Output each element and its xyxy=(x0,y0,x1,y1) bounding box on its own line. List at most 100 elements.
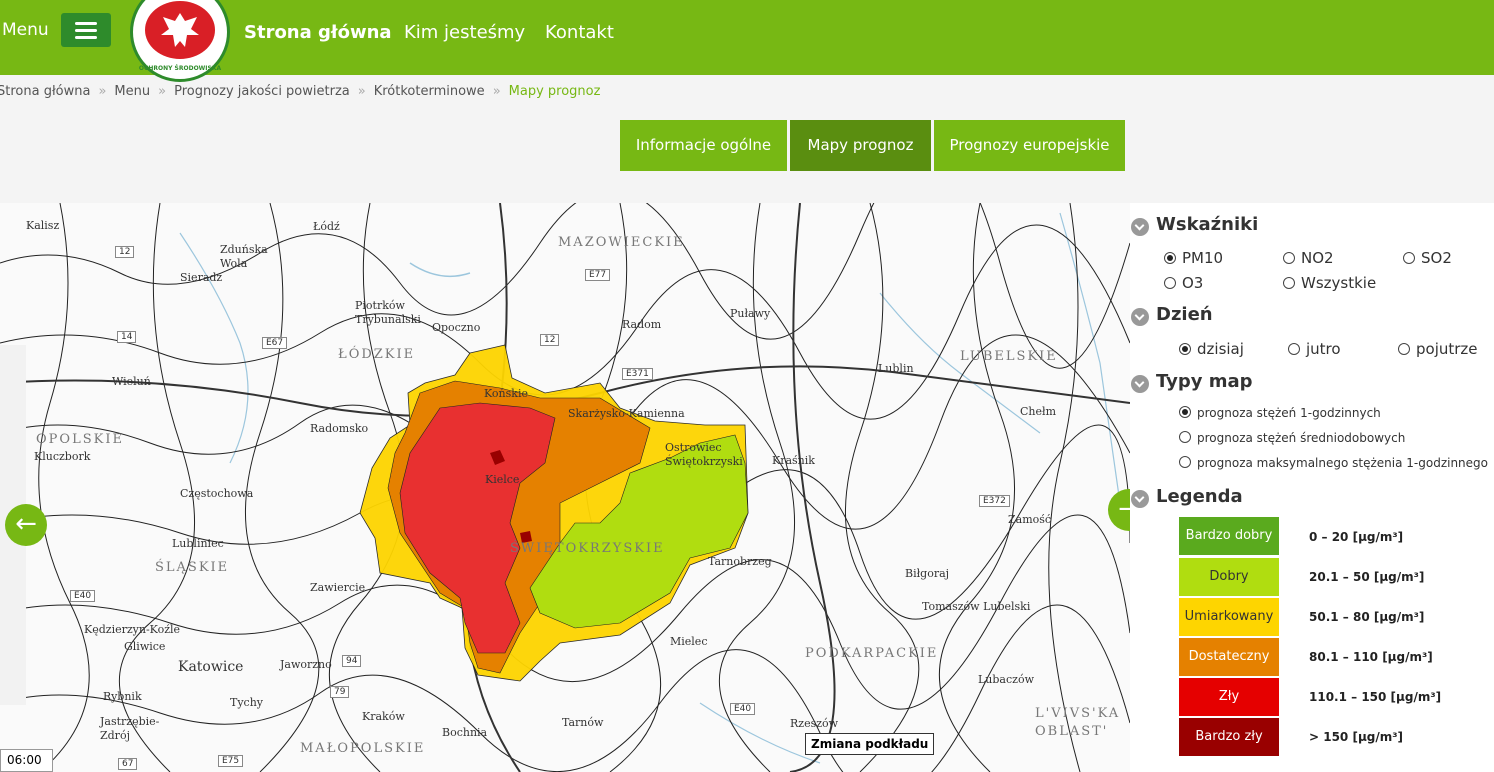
time-indicator: 06:00 xyxy=(0,749,53,772)
radio-label: pojutrze xyxy=(1416,340,1478,358)
region-label: ŁÓDZKIE xyxy=(338,347,416,362)
radio-pm10[interactable]: PM10 xyxy=(1164,249,1223,267)
legend-moderate: Umiarkowany xyxy=(1179,598,1279,636)
tab-forecast-maps[interactable]: Mapy prognoz xyxy=(790,120,931,171)
city-label: Jastrzębie-Zdrój xyxy=(100,715,160,742)
city-label: Lubaczów xyxy=(978,673,1034,686)
city-label: Końskie xyxy=(484,387,528,400)
road-badge: E75 xyxy=(218,755,244,767)
radio-label: prognoza maksymalnego stężenia 1-godzinn… xyxy=(1197,456,1488,470)
radio-map-1h[interactable]: prognoza stężeń 1-godzinnych xyxy=(1179,406,1381,420)
road-badge: E371 xyxy=(622,368,653,380)
city-label: Zawiercie xyxy=(310,581,366,594)
breadcrumb-menu[interactable]: Menu xyxy=(114,84,150,99)
forecast-map[interactable]: MAZOWIECKIE ŁÓDZKIE LUBELSKIE OPOLSKIE Ś… xyxy=(0,203,1130,772)
radio-dot-selected xyxy=(1179,343,1191,355)
city-label: Jaworzno xyxy=(280,658,332,671)
road-badge: E40 xyxy=(730,703,756,715)
road-badge: 94 xyxy=(342,655,362,667)
chevron-down-icon xyxy=(1131,308,1149,326)
map-types-section-header[interactable]: Typy map xyxy=(1131,371,1253,393)
legend-very-bad: Bardzo zły xyxy=(1179,718,1279,756)
region-label: OPOLSKIE xyxy=(36,432,124,447)
city-label: Częstochowa xyxy=(180,487,254,500)
radio-dot-selected xyxy=(1164,252,1176,264)
nav-contact[interactable]: Kontakt xyxy=(545,22,614,43)
road-badge: E77 xyxy=(585,269,611,281)
radio-today[interactable]: dzisiaj xyxy=(1179,340,1244,358)
road-badge: 12 xyxy=(115,246,135,258)
radio-dot xyxy=(1398,343,1410,355)
radio-label: prognoza stężeń średniodobowych xyxy=(1197,431,1406,445)
region-label: ŚLĄSKIE xyxy=(155,560,230,575)
radio-dot xyxy=(1403,252,1415,264)
radio-label: NO2 xyxy=(1301,249,1334,267)
section-title: Wskaźniki xyxy=(1156,214,1259,235)
city-label: Radom xyxy=(622,318,662,331)
city-label: Kielce xyxy=(485,473,520,486)
city-label: Kędzierzyn-Koźle xyxy=(84,623,181,636)
change-basemap-button[interactable]: Zmiana podkładu xyxy=(805,733,935,755)
road-badge: 67 xyxy=(118,758,138,770)
legend-section-header[interactable]: Legenda xyxy=(1131,486,1243,508)
chevron-down-icon xyxy=(1131,490,1149,508)
city-label: Piotrków Trybunalski xyxy=(355,299,421,326)
city-label: Tomaszów Lubelski xyxy=(922,600,1031,613)
city-label: Sieradz xyxy=(180,271,223,284)
arrow-right-icon: → xyxy=(1118,494,1130,524)
breadcrumb-short-term[interactable]: Krótkoterminowe xyxy=(374,84,485,99)
nav-about[interactable]: Kim jesteśmy xyxy=(404,22,525,43)
radio-dot xyxy=(1283,252,1295,264)
region-label: LUBELSKIE xyxy=(960,349,1058,364)
logo[interactable]: OCHRONY ŚRODOWISKA xyxy=(130,0,230,82)
radio-no2[interactable]: NO2 xyxy=(1283,249,1334,267)
arrow-left-icon: ← xyxy=(15,509,37,539)
radio-dot xyxy=(1164,277,1176,289)
legend-range: > 150 [μg/m³] xyxy=(1309,730,1403,744)
radio-map-max-1h[interactable]: prognoza maksymalnego stężenia 1-godzinn… xyxy=(1179,456,1488,470)
map-canvas xyxy=(0,203,1130,772)
section-title: Legenda xyxy=(1156,486,1243,507)
tab-european-forecasts[interactable]: Prognozy europejskie xyxy=(934,120,1125,171)
day-section-header[interactable]: Dzień xyxy=(1131,304,1213,326)
chevron-down-icon xyxy=(1131,218,1149,236)
legend-bad: Zły xyxy=(1179,678,1279,716)
nav-home[interactable]: Strona główna xyxy=(244,22,392,43)
radio-map-daily[interactable]: prognoza stężeń średniodobowych xyxy=(1179,431,1405,445)
breadcrumb: Strona główna» Menu» Prognozy jakości powi… xyxy=(0,84,600,99)
legend-range: 0 – 20 [μg/m³] xyxy=(1309,530,1404,544)
legend-very-good: Bardzo dobry xyxy=(1179,517,1279,555)
city-label: Zamość xyxy=(1008,513,1052,526)
city-label: Gliwice xyxy=(124,640,166,653)
tab-general-info[interactable]: Informacje ogólne xyxy=(620,120,787,171)
breadcrumb-forecasts[interactable]: Prognozy jakości powietrza xyxy=(174,84,350,99)
hamburger-menu-button[interactable] xyxy=(61,13,111,47)
legend-range: 80.1 – 110 [μg/m³] xyxy=(1309,650,1433,664)
region-label: PODKARPACKIE xyxy=(805,646,939,661)
radio-day-after[interactable]: pojutrze xyxy=(1398,340,1478,358)
menu-label[interactable]: Menu xyxy=(2,20,49,40)
radio-tomorrow[interactable]: jutro xyxy=(1288,340,1341,358)
radio-label: Wszystkie xyxy=(1301,274,1377,292)
indicators-section-header[interactable]: Wskaźniki xyxy=(1131,214,1259,236)
region-label: MAZOWIECKIE xyxy=(558,235,685,250)
hamburger-icon xyxy=(75,22,97,25)
logo-text: OCHRONY ŚRODOWISKA xyxy=(138,65,222,72)
city-label: Rzeszów xyxy=(790,717,839,730)
city-label: Tychy xyxy=(230,696,264,709)
radio-label: PM10 xyxy=(1182,249,1224,267)
city-label: Ostrowiec Świętokrzyski xyxy=(665,441,743,468)
road-badge: E372 xyxy=(979,495,1010,507)
city-label: Mielec xyxy=(670,635,708,648)
city-label: Lubliniec xyxy=(172,537,224,550)
section-title: Typy map xyxy=(1156,371,1253,392)
breadcrumb-home[interactable]: Strona główna xyxy=(0,84,90,99)
city-label: Kraków xyxy=(362,710,405,723)
prev-map-button[interactable]: ← xyxy=(5,504,47,546)
legend-range: 50.1 – 80 [μg/m³] xyxy=(1309,610,1425,624)
radio-all[interactable]: Wszystkie xyxy=(1283,274,1376,292)
city-label: Kraśnik xyxy=(772,454,815,467)
radio-o3[interactable]: O3 xyxy=(1164,274,1203,292)
radio-so2[interactable]: SO2 xyxy=(1403,249,1452,267)
legend-range: 110.1 – 150 [μg/m³] xyxy=(1309,690,1442,704)
